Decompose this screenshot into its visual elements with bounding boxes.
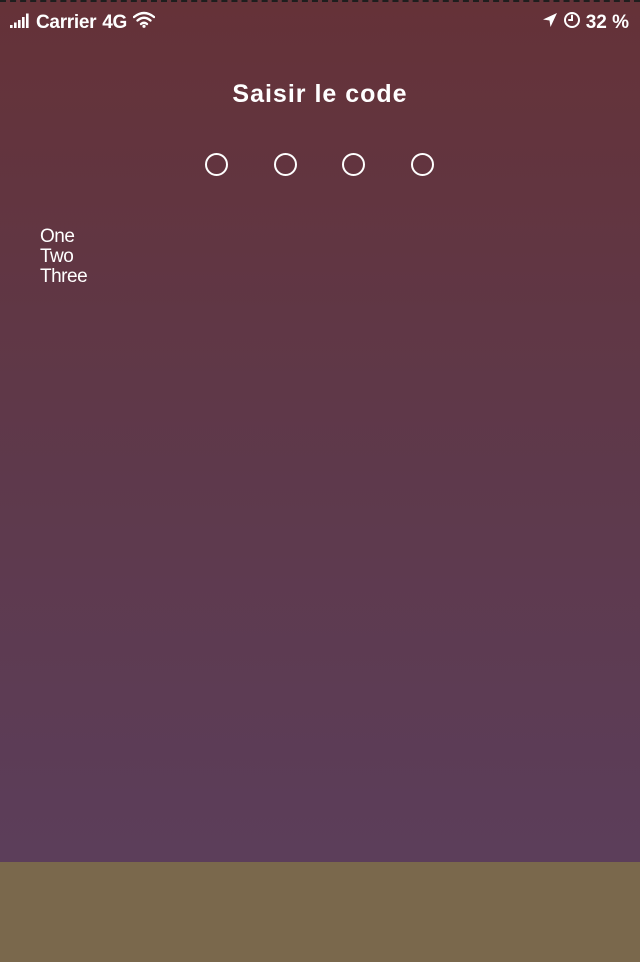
top-dashed-border bbox=[0, 0, 640, 2]
passcode-dot bbox=[410, 153, 434, 176]
wifi-icon bbox=[132, 11, 156, 34]
battery-percentage: 32 % bbox=[585, 12, 629, 33]
network-type: 4G bbox=[102, 12, 127, 33]
passcode-screen: Carrier 4G 32 % Saisir le code One Two T… bbox=[0, 0, 640, 962]
carrier-name: Carrier bbox=[36, 12, 97, 33]
passcode-dot bbox=[273, 153, 297, 176]
page-title: Saisir le code bbox=[232, 80, 408, 108]
list-item[interactable]: Two bbox=[40, 247, 87, 267]
bottom-panel bbox=[0, 862, 640, 962]
passcode-dot bbox=[205, 153, 228, 176]
alarm-clock-icon bbox=[563, 11, 581, 35]
status-bar: Carrier 4G 32 % bbox=[0, 8, 640, 38]
status-left: Carrier 4G bbox=[10, 11, 156, 34]
list-item[interactable]: Three bbox=[40, 267, 88, 287]
signal-bars-icon bbox=[10, 12, 30, 34]
list-item[interactable]: One bbox=[40, 227, 87, 247]
passcode-dot bbox=[342, 153, 365, 176]
passcode-indicator bbox=[205, 153, 434, 176]
status-right: 32 % bbox=[542, 11, 629, 35]
option-list: One Two Three bbox=[40, 227, 88, 287]
location-arrow-icon bbox=[542, 12, 558, 34]
